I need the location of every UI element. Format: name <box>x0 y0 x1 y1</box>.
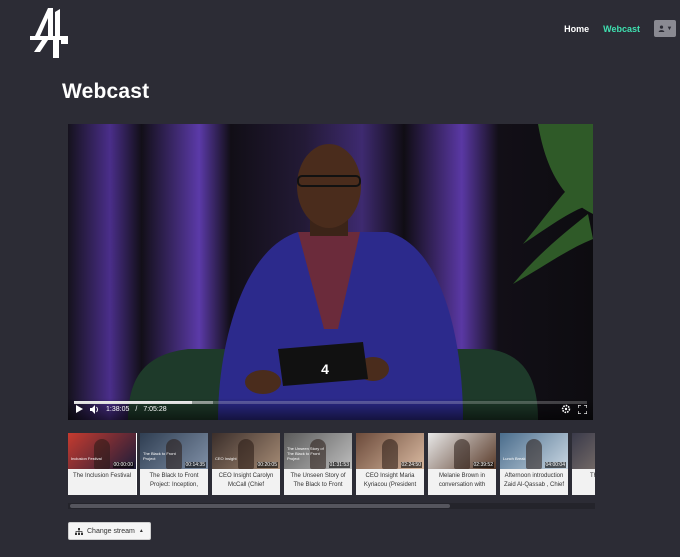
thumbnail-figure <box>454 439 470 469</box>
thumbnail-title: The Inclusion Festival <box>72 473 132 479</box>
thumbnail-duration: 00:14:35 <box>184 462 206 468</box>
player-controls: 1:38:05 / 7:05:28 <box>68 398 593 420</box>
thumbnail-image: Inclusion Festival 00:00:00 <box>68 433 136 469</box>
thumbnail-title: CEO Insight Carolyn McCall (Chief <box>218 473 274 488</box>
thumbnail-caption: CEO Insight <box>215 456 237 461</box>
video-player[interactable]: 4 1:38:05 / 7:05:28 <box>68 124 593 420</box>
thumbnail-caption: The Black to Front Project <box>143 451 176 461</box>
settings-icon[interactable] <box>561 404 571 414</box>
thumbnail-title: The D Have <box>589 473 595 479</box>
stream-thumbnail[interactable]: The Black to Front Project 00:14:35 The Bl… <box>140 433 208 495</box>
thumbnail-title: The Unseen Story of The Black to Front <box>290 473 346 488</box>
thumbnail-image: Lunch Break 04:00:04 <box>500 433 568 469</box>
stream-thumbnail[interactable]: Inclusion Festival 00:00:00 The Inclusion … <box>68 433 137 495</box>
thumbnail-duration: 01:31:53 <box>328 462 350 468</box>
total-duration: 7:05:28 <box>143 405 167 413</box>
thumbnail-figure <box>526 439 542 469</box>
thumbnail-caption: Lunch Break <box>503 456 526 461</box>
thumbnail-image: The Black to Front Project 00:14:35 <box>140 433 208 469</box>
stream-thumbnail[interactable]: Lunch Break 04:00:04 Afternoon introductio… <box>500 433 568 495</box>
current-time: 1:38:05 <box>106 405 130 413</box>
thumbnail-title: Melanie Brown in conversation with <box>438 473 486 488</box>
slate-brand: 4 <box>321 361 329 377</box>
stream-thumbnail-strip: Inclusion Festival 00:00:00 The Inclusion … <box>68 433 595 495</box>
stream-thumbnail[interactable]: 02:39:52 Melanie Brown in conversation wi… <box>428 433 496 495</box>
video-frame: 4 <box>68 124 593 420</box>
change-stream-button[interactable]: Change stream ▲ <box>68 522 151 540</box>
thumbnail-caption: Inclusion Festival <box>71 456 102 461</box>
user-icon <box>658 25 664 32</box>
fullscreen-icon[interactable] <box>577 404 587 414</box>
change-stream-label: Change stream <box>87 527 135 535</box>
thumbnail-duration: 00:00:00 <box>112 462 134 468</box>
nav-home-link[interactable]: Home <box>564 24 589 34</box>
page-title: Webcast <box>62 80 150 103</box>
thumbnail-caption: The Unseen Story of The Black to Front P… <box>287 446 324 461</box>
scrollbar-thumb[interactable] <box>70 504 450 508</box>
caret-up-icon: ▲ <box>138 528 144 534</box>
thumbnail-duration: 02:24:50 <box>400 462 422 468</box>
stream-thumbnail[interactable]: CEO Insight 00:20:05 CEO Insight Carolyn M… <box>212 433 280 495</box>
channel-4-logo[interactable] <box>28 6 72 60</box>
thumbnail-title: Afternoon introduction Zaid Al-Qassab , … <box>503 473 565 488</box>
stream-thumbnail[interactable]: 02:24:50 CEO Insight Maria Kyriacou (Pres… <box>356 433 424 495</box>
stream-thumbnail[interactable]: The D Have <box>572 433 595 495</box>
play-icon[interactable] <box>74 404 84 414</box>
thumbnail-duration: 02:39:52 <box>472 462 494 468</box>
thumbnail-image: The Unseen Story of The Black to Front P… <box>284 433 352 469</box>
thumbnail-image: 02:39:52 <box>428 433 496 469</box>
thumbnail-figure <box>382 439 398 469</box>
thumbnail-title: The Black to Front Project: Inception, <box>149 473 199 488</box>
volume-icon[interactable] <box>90 404 100 414</box>
thumbnail-duration: 04:00:04 <box>544 462 566 468</box>
nav-webcast-link[interactable]: Webcast <box>603 24 640 34</box>
user-menu-button[interactable]: ▼ <box>654 20 676 37</box>
thumbnail-image <box>572 433 595 469</box>
thumbnail-figure <box>94 439 110 469</box>
thumbnail-duration: 00:20:05 <box>256 462 278 468</box>
chevron-down-icon: ▼ <box>666 25 673 32</box>
sitemap-icon <box>75 527 83 535</box>
thumbnail-title: CEO Insight Maria Kyriacou (President <box>363 473 417 488</box>
thumbnail-image: CEO Insight 00:20:05 <box>212 433 280 469</box>
stream-thumbnail[interactable]: The Unseen Story of The Black to Front P… <box>284 433 352 495</box>
top-nav: Home Webcast ▼ <box>564 20 676 37</box>
thumbnail-figure <box>238 439 254 469</box>
thumbnail-image: 02:24:50 <box>356 433 424 469</box>
thumbnail-scrollbar[interactable] <box>68 503 595 509</box>
time-separator: / <box>135 405 138 413</box>
